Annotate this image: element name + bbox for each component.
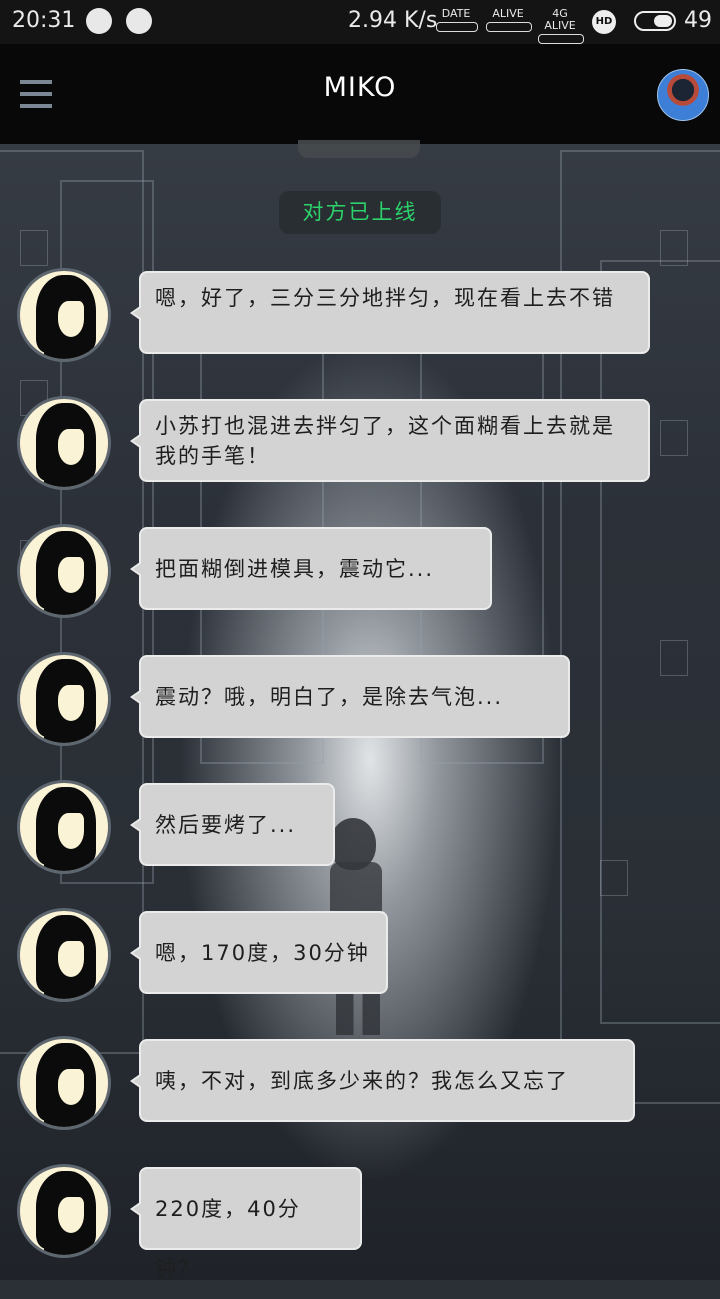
date-label: DATE bbox=[441, 7, 471, 20]
contact-avatar[interactable] bbox=[17, 652, 111, 746]
contact-avatar[interactable] bbox=[17, 908, 111, 1002]
contact-avatar[interactable] bbox=[17, 524, 111, 618]
message-bubble[interactable]: 把面糊倒进模具，震动它... bbox=[130, 527, 492, 610]
alive-signal-indicator: ALIVE bbox=[486, 7, 532, 32]
status-bar: 20:31 2.94 K/s DATE ALIVE 4G ALIVE HD 49 bbox=[0, 0, 720, 44]
message-bubble[interactable]: 咦，不对，到底多少来的？我怎么又忘了 bbox=[130, 1039, 635, 1122]
4g-signal-indicator: 4G ALIVE bbox=[538, 7, 584, 44]
contact-avatar[interactable] bbox=[17, 1036, 111, 1130]
contact-avatar[interactable] bbox=[17, 396, 111, 490]
battery-icon bbox=[634, 11, 676, 31]
message-bubble[interactable]: 小苏打也混进去拌匀了，这个面糊看上去就是我的手笔！ bbox=[130, 399, 650, 482]
window bbox=[20, 230, 48, 266]
online-notice: 对方已上线 bbox=[279, 191, 441, 234]
chat-title: MIKO bbox=[323, 72, 397, 103]
date-signal-indicator: DATE bbox=[436, 7, 478, 32]
message-bubble[interactable]: 然后要烤了... bbox=[130, 783, 335, 866]
profile-avatar[interactable] bbox=[657, 69, 709, 121]
status-time: 20:31 bbox=[12, 8, 76, 33]
4g-alive-label: 4G ALIVE bbox=[544, 7, 576, 32]
contact-avatar[interactable] bbox=[17, 1164, 111, 1258]
message-bubble[interactable]: 220度，40分钟？ bbox=[130, 1167, 362, 1281]
window bbox=[660, 230, 688, 266]
alive-label: ALIVE bbox=[492, 7, 524, 20]
notification-icon bbox=[86, 8, 112, 34]
contact-avatar[interactable] bbox=[17, 268, 111, 362]
chat-header: MIKO bbox=[0, 44, 720, 144]
message-bubble[interactable]: 嗯，170度，30分钟 bbox=[130, 911, 388, 994]
message-bubble[interactable]: 嗯，好了，三分三分地拌匀，现在看上去不错 bbox=[130, 271, 650, 354]
message-bubble[interactable]: 震动？哦，明白了，是除去气泡... bbox=[130, 655, 570, 738]
window bbox=[660, 640, 688, 676]
contact-avatar[interactable] bbox=[17, 780, 111, 874]
hd-icon: HD bbox=[592, 10, 616, 34]
network-speed: 2.94 K/s bbox=[348, 8, 438, 33]
battery-level: 49 bbox=[684, 8, 712, 33]
previous-system-notice bbox=[298, 140, 420, 158]
window bbox=[660, 420, 688, 456]
steering-wheel-icon bbox=[126, 8, 152, 34]
window bbox=[600, 860, 628, 896]
